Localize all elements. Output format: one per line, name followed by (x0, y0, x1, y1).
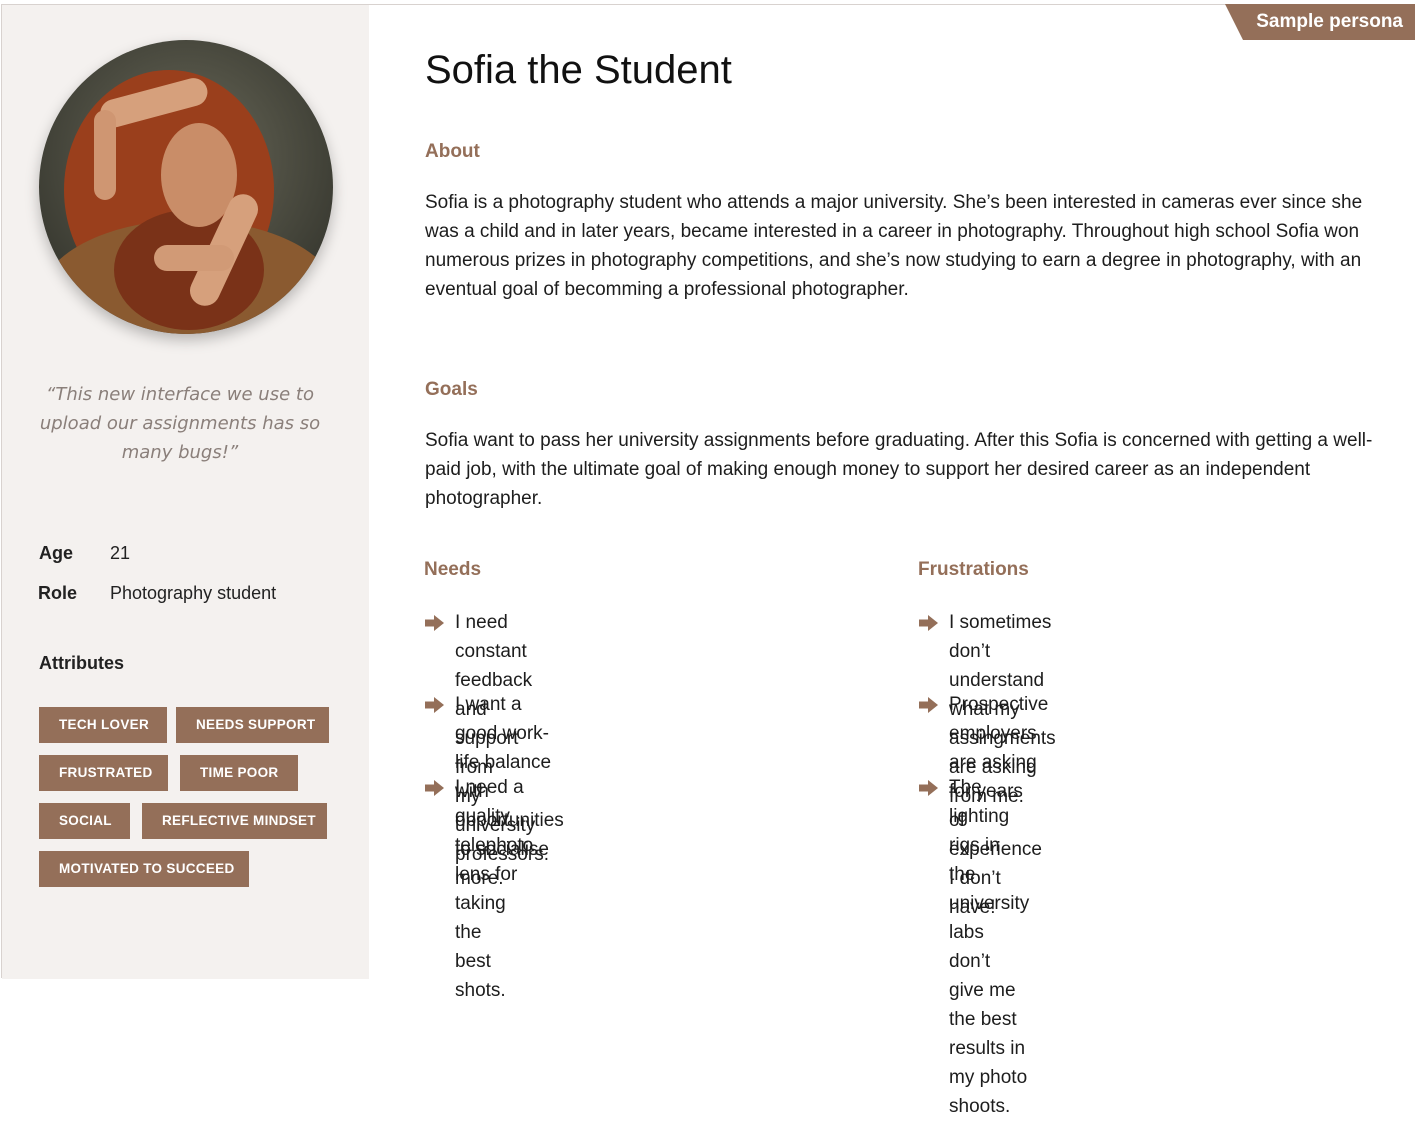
persona-quote: “This new interface we use to upload our… (39, 384, 321, 463)
arrow-right-icon (425, 615, 444, 631)
attributes-title: Attributes (39, 653, 124, 673)
age-label: Age (39, 543, 74, 563)
attribute-tag: SOCIAL (39, 803, 130, 839)
attribute-tag: MOTIVATED TO SUCCEED (39, 851, 249, 887)
role-label: Role (38, 583, 78, 603)
frustrations-item-line: The lighting rigs in the university labs… (949, 777, 1030, 972)
about-heading: About (425, 141, 480, 162)
attribute-tag: TIME POOR (180, 755, 298, 791)
badge-label: Sample persona (1256, 11, 1403, 32)
frustrations-item-line: give me the best results in my photo sho… (949, 980, 1028, 1117)
age-value: 21 (110, 543, 131, 563)
needs-heading: Needs (424, 559, 482, 580)
arrow-right-icon (919, 697, 938, 713)
arrow-right-icon (919, 615, 938, 631)
arrow-right-icon (425, 780, 444, 796)
persona-name: Sofia the Student (425, 48, 732, 92)
attribute-tag: NEEDS SUPPORT (176, 707, 329, 743)
about-text: Sofia is a photography student who atten… (425, 192, 1363, 300)
goals-text: Sofia want to pass her university assign… (425, 430, 1373, 509)
sample-persona-badge: Sample persona (1225, 4, 1415, 40)
needs-item-line: best shots. (455, 951, 506, 1001)
arrow-right-icon (425, 697, 444, 713)
arrow-right-icon (919, 780, 938, 796)
goals-heading: Goals (425, 379, 478, 400)
attribute-tag: TECH LOVER (39, 707, 167, 743)
persona-avatar (39, 40, 333, 334)
attribute-tag: FRUSTRATED (39, 755, 168, 791)
attribute-tag: REFLECTIVE MINDSET (142, 803, 327, 839)
role-value: Photography student (110, 583, 277, 603)
frustrations-heading: Frustrations (918, 559, 1029, 580)
needs-item-line: I need a quality telephoto lens for taki… (455, 777, 534, 943)
